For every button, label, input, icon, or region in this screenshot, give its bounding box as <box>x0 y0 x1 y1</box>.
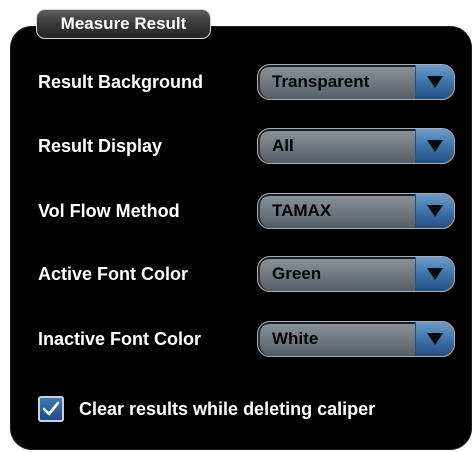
active-font-color-value: Green <box>272 264 322 283</box>
clear-results-checkbox[interactable] <box>38 396 64 422</box>
result-background-dropdown-button[interactable] <box>415 65 454 99</box>
result-display-label: Result Display <box>38 136 163 156</box>
group-title: Measure Result <box>36 9 211 39</box>
chevron-down-icon <box>427 333 443 345</box>
result-display-dropdown[interactable]: All <box>257 128 455 164</box>
clear-results-label[interactable]: Clear results while deleting caliper <box>79 398 375 420</box>
inactive-font-color-label: Inactive Font Color <box>38 329 202 349</box>
inactive-font-color-value: White <box>272 329 319 348</box>
vol-flow-method-dropdown[interactable]: TAMAX <box>257 193 455 229</box>
vol-flow-method-label: Vol Flow Method <box>38 201 180 221</box>
inactive-font-color-dropdown-button[interactable] <box>415 322 454 356</box>
checkmark-icon <box>42 401 60 416</box>
result-display-value: All <box>272 136 294 155</box>
vol-flow-method-dropdown-button[interactable] <box>415 194 454 228</box>
chevron-down-icon <box>427 140 443 152</box>
active-font-color-label: Active Font Color <box>38 264 189 284</box>
result-background-label: Result Background <box>38 72 204 92</box>
chevron-down-icon <box>427 205 443 217</box>
result-display-dropdown-button[interactable] <box>415 129 454 163</box>
result-background-dropdown[interactable]: Transparent <box>257 64 455 100</box>
active-font-color-dropdown[interactable]: Green <box>257 256 455 292</box>
chevron-down-icon <box>427 268 443 280</box>
result-background-value: Transparent <box>272 72 370 91</box>
inactive-font-color-dropdown[interactable]: White <box>257 321 455 357</box>
chevron-down-icon <box>427 76 443 88</box>
vol-flow-method-value: TAMAX <box>272 201 332 220</box>
active-font-color-dropdown-button[interactable] <box>415 257 454 291</box>
